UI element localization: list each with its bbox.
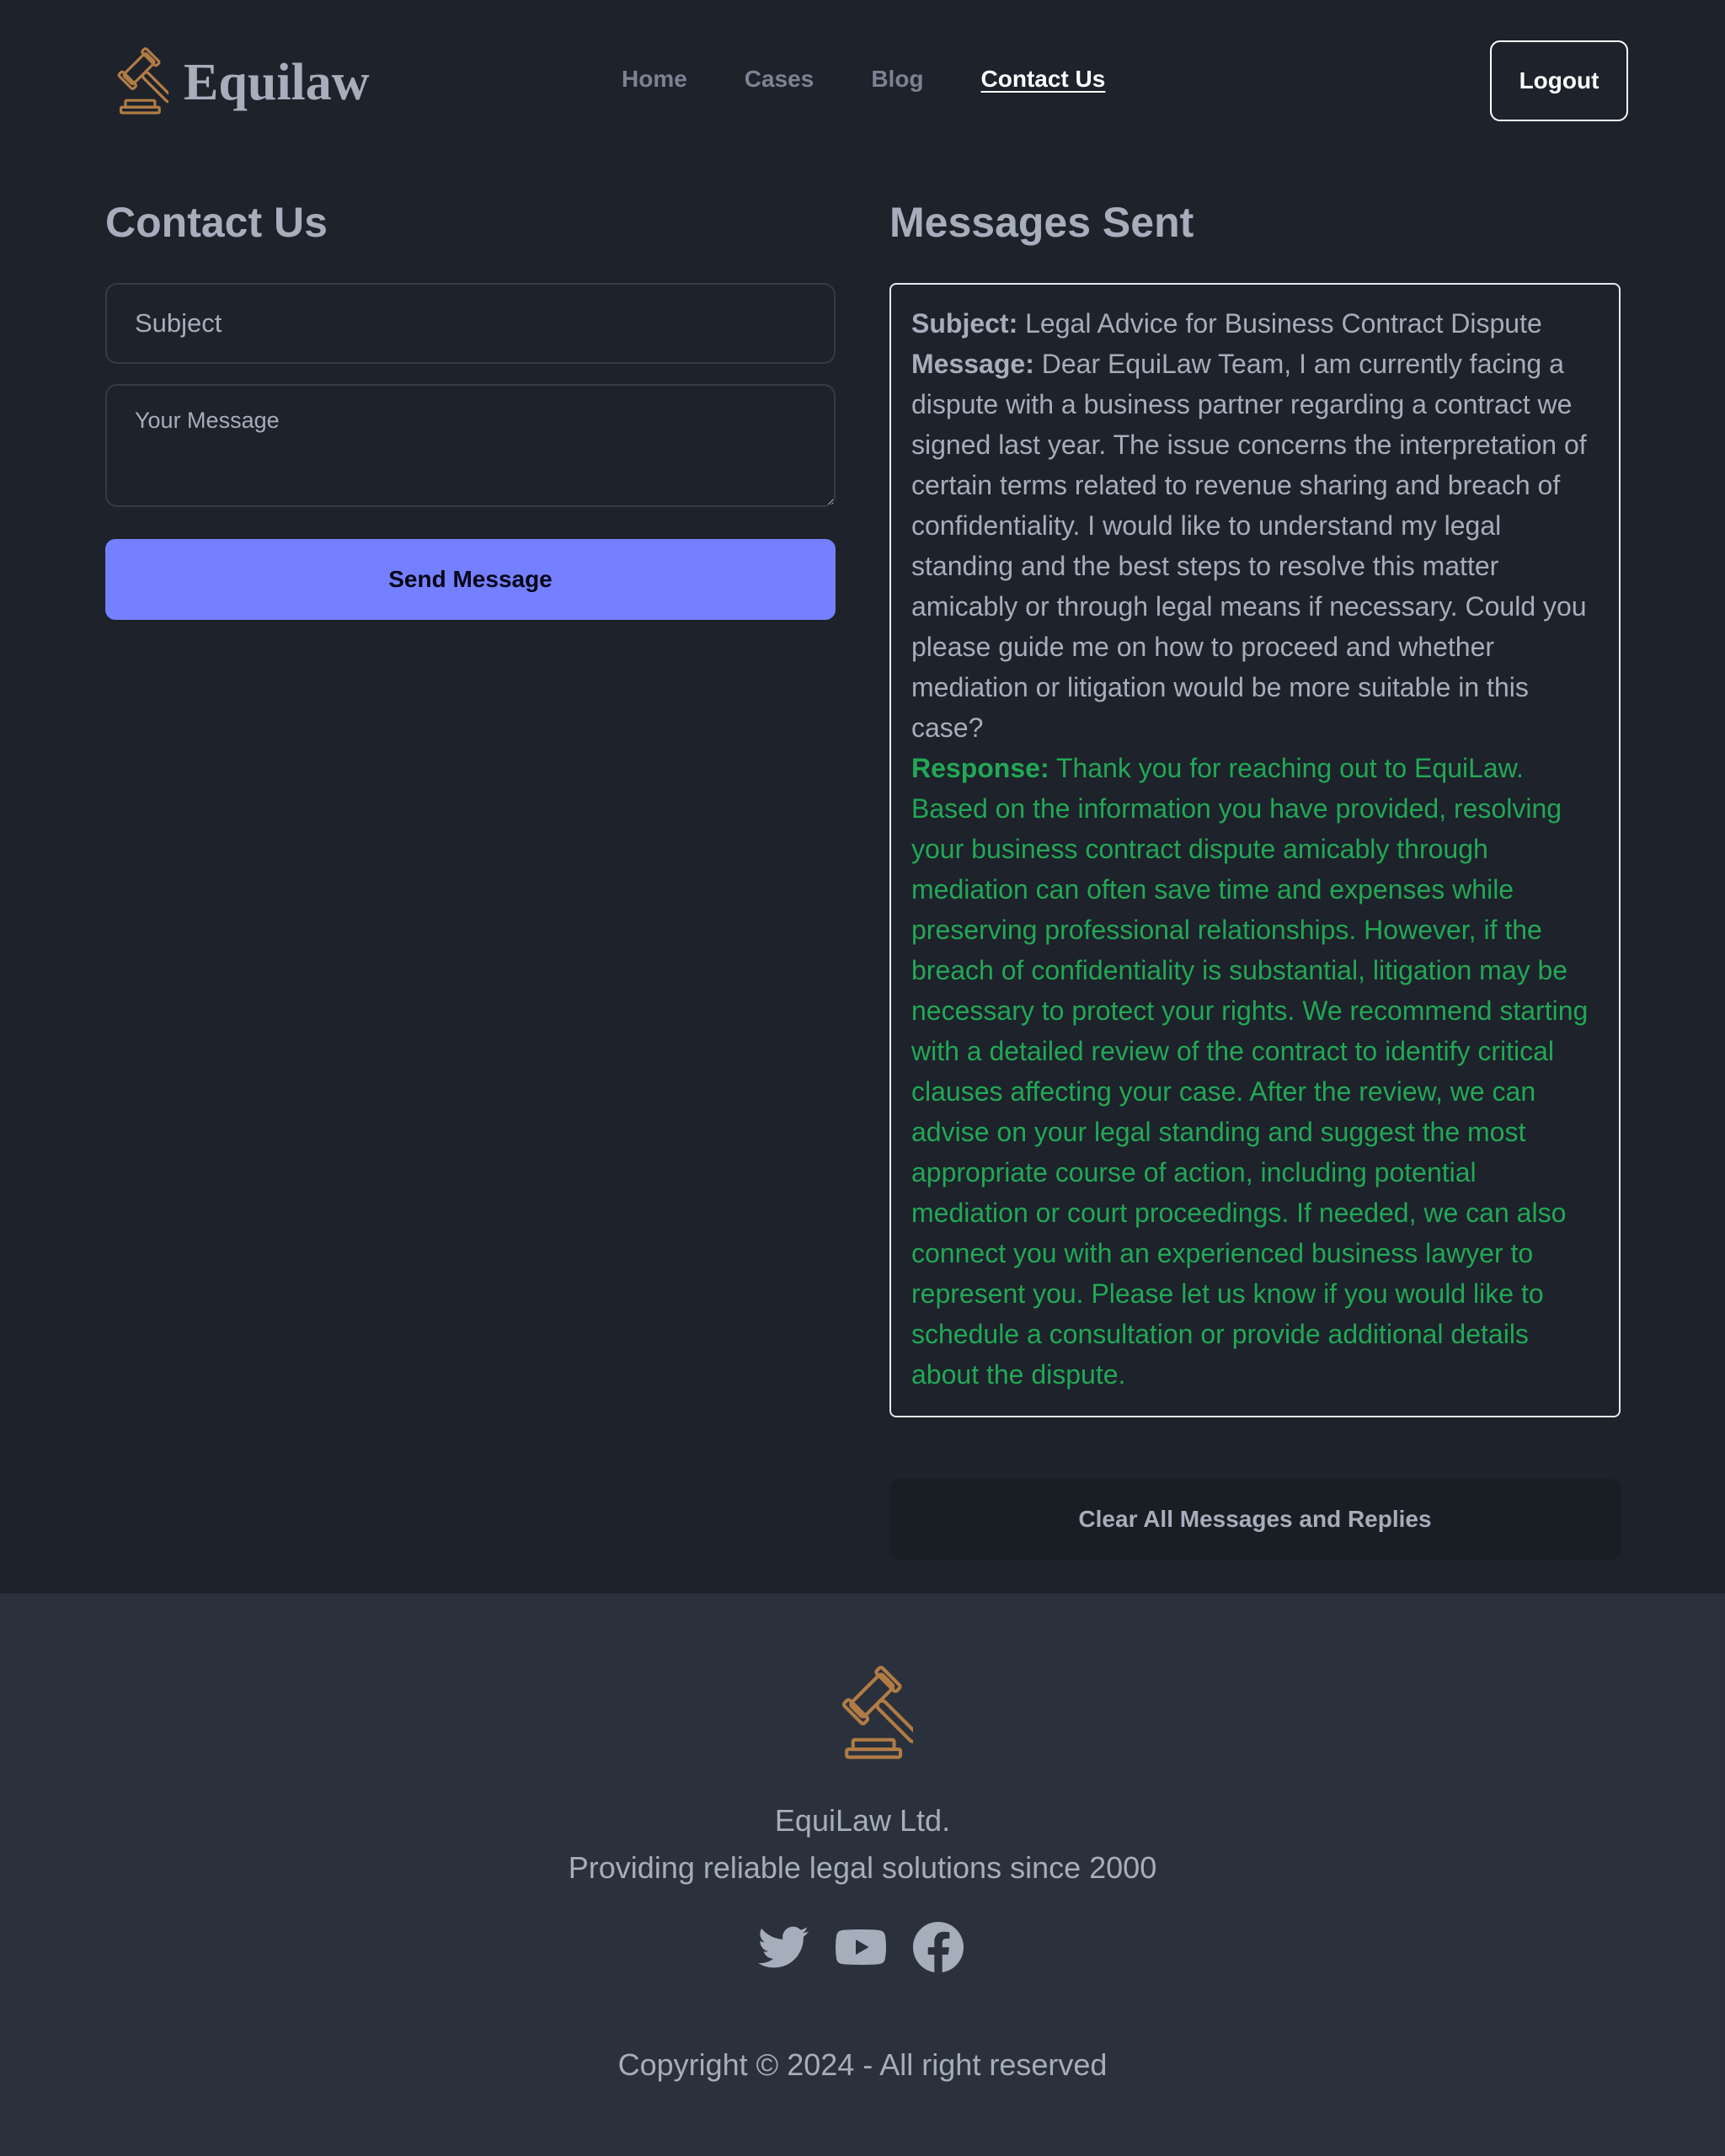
social-links <box>758 1922 964 1972</box>
footer-company-name: EquiLaw Ltd. <box>774 1803 951 1838</box>
site-header: Equilaw Home Cases Blog Contact Us Logou… <box>0 0 1725 160</box>
twitter-icon[interactable] <box>758 1922 809 1972</box>
main-nav: Home Cases Blog Contact Us <box>622 64 1162 94</box>
response-label: Response: <box>911 753 1049 783</box>
copyright-text: Copyright © 2024 - All right reserved <box>617 2047 1108 2082</box>
message-label: Message: <box>911 349 1034 379</box>
messages-sent-title: Messages Sent <box>889 199 1194 246</box>
nav-home[interactable]: Home <box>622 64 687 94</box>
subject-text: Legal Advice for Business Contract Dispu… <box>1025 308 1542 339</box>
site-footer: EquiLaw Ltd. Providing reliable legal so… <box>0 1593 1725 2156</box>
contact-title: Contact Us <box>105 199 328 246</box>
logo-link[interactable]: Equilaw <box>96 44 370 120</box>
clear-messages-button[interactable]: Clear All Messages and Replies <box>889 1479 1621 1560</box>
message-text: Dear EquiLaw Team, I am currently facing… <box>911 349 1587 743</box>
logout-button[interactable]: Logout <box>1490 40 1628 121</box>
message-subject-line: Subject: Legal Advice for Business Contr… <box>911 303 1600 344</box>
footer-tagline: Providing reliable legal solutions since… <box>568 1850 1157 1885</box>
nav-contact-us[interactable]: Contact Us <box>981 64 1106 94</box>
subject-label: Subject: <box>911 308 1018 339</box>
message-textarea[interactable] <box>105 384 836 507</box>
message-body-line: Message: Dear EquiLaw Team, I am current… <box>911 344 1600 748</box>
facebook-icon[interactable] <box>913 1922 964 1972</box>
message-card: Subject: Legal Advice for Business Contr… <box>889 283 1621 1417</box>
youtube-icon[interactable] <box>835 1922 887 1972</box>
nav-cases[interactable]: Cases <box>745 64 814 94</box>
subject-input[interactable] <box>105 283 836 364</box>
response-text: Thank you for reaching out to EquiLaw. B… <box>911 753 1589 1390</box>
nav-blog[interactable]: Blog <box>871 64 923 94</box>
gavel-icon <box>812 1661 920 1762</box>
gavel-icon <box>96 44 174 120</box>
response-line: Response: Thank you for reaching out to … <box>911 748 1600 1395</box>
logo-text: Equilaw <box>184 53 370 111</box>
send-message-button[interactable]: Send Message <box>105 539 836 620</box>
